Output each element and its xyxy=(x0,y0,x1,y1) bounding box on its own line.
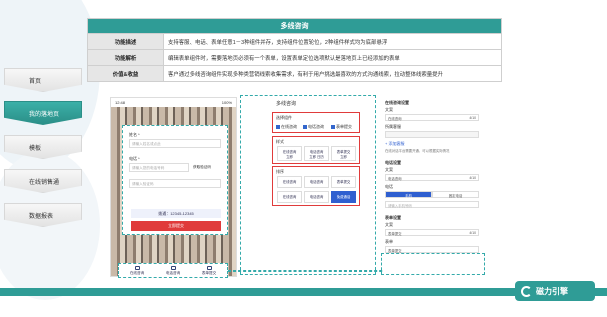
nav-label: 在线销售通 xyxy=(29,179,60,186)
bottom-chat[interactable]: 在线咨询 xyxy=(129,265,145,276)
brand-name: 磁力引擎 xyxy=(536,286,568,296)
phone-preview: 12:48 100% 姓名 * 请输入姓名或点此 电话 * 请输入您的电话号码 获… xyxy=(110,97,237,277)
phone-label: 电话 xyxy=(385,184,393,189)
row-value: 支持客服、电话、表单任意1－3种组件并存，支持组件位置轮位，2种组件样式均为底部… xyxy=(163,33,502,50)
config-panel: 多线咨询 选择组件 在线咨询 电话咨询 表单提交 样式 在线咨询 立即 电话咨询立… xyxy=(270,98,364,213)
agent-label: 所属客服 xyxy=(385,124,401,129)
clock: 12:48 xyxy=(115,100,126,105)
brand-logo: 磁力引擎 xyxy=(515,281,595,301)
checkbox-icon xyxy=(331,124,335,129)
char-count: 4/10 xyxy=(469,176,476,180)
row-key: 价值&收益 xyxy=(87,65,164,82)
sort-chat[interactable]: 在线咨询 xyxy=(277,176,302,188)
tab-mobile[interactable]: 手机 xyxy=(385,191,432,198)
sort-section: 排序 在线咨询 电话咨询 表单提交 在线咨询 电话咨询 免费通话 xyxy=(272,166,360,206)
settings-panel: 在线咨询设置 文案 在线咨询 4/10 所属客服 + 添加客服 在线对话平台需要开… xyxy=(383,98,483,273)
phone-copy-label: 文案 xyxy=(385,167,393,172)
sort-form[interactable]: 表单提交 xyxy=(331,176,356,188)
code-input[interactable]: 请输入验证码 xyxy=(129,179,221,188)
mobile-input[interactable]: 请输入手机号码 xyxy=(385,201,479,208)
select-section: 选择组件 在线咨询 电话咨询 表单提交 xyxy=(272,112,360,133)
check-phone[interactable]: 电话咨询 xyxy=(303,124,324,130)
style-chat[interactable]: 在线咨询 立即 xyxy=(277,146,302,161)
check-chat[interactable]: 在线咨询 xyxy=(276,124,297,130)
char-count: 4/10 xyxy=(469,116,476,120)
sort2-chat[interactable]: 在线咨询 xyxy=(277,191,302,203)
section-title: 排序 xyxy=(276,169,284,174)
section-title: 选择组件 xyxy=(276,115,292,120)
call-button[interactable]: 拨通：12345-12345 xyxy=(131,209,221,218)
style-section: 样式 在线咨询 立即 电话咨询 立即 日历 表单提交 立即 xyxy=(272,136,360,164)
phone-input[interactable]: 请输入您的电话号码 xyxy=(129,163,189,172)
chat-icon xyxy=(134,265,140,270)
lead-form: 姓名 * 请输入姓名或点此 电话 * 请输入您的电话号码 获取验证码 请输入验证… xyxy=(122,125,228,235)
chat-settings-title: 在线咨询设置 xyxy=(385,100,409,105)
bottom-phone[interactable]: 电话咨询 xyxy=(165,265,181,276)
chat-copy-label: 文案 xyxy=(385,107,393,112)
nav-label: 数据报表 xyxy=(29,213,54,220)
panel-title: 多线咨询 xyxy=(276,101,297,107)
form-select[interactable]: 表单提交 xyxy=(385,246,479,253)
style-form[interactable]: 表单提交 立即 xyxy=(331,146,356,161)
form-copy-input[interactable]: 表单提交 4/10 xyxy=(385,229,479,236)
submit-button[interactable]: 立即提交 xyxy=(131,221,221,231)
nav-label: 模板 xyxy=(29,145,42,152)
phone-settings-title: 电话设置 xyxy=(385,160,401,165)
row-value: 编辑表单组件时，需要落地页必须有一个表单，设置表单定位选项默认是落地页上已经添加… xyxy=(163,49,502,66)
checkbox-icon xyxy=(303,124,307,129)
form-settings-title: 表单设置 xyxy=(385,215,401,220)
bottom-form[interactable]: 表单提交 xyxy=(201,265,217,276)
form-label: 表单 xyxy=(385,239,393,244)
char-count: 4/10 xyxy=(469,231,476,235)
brand-icon xyxy=(521,285,532,297)
nav-label: 我的落地页 xyxy=(29,111,60,118)
bottom-label: 在线咨询 xyxy=(129,270,145,275)
sort2-call[interactable]: 免费通话 xyxy=(331,191,356,203)
row-key: 功能解析 xyxy=(87,49,164,66)
bottom-float-bar: 在线咨询 电话咨询 表单提交 xyxy=(118,263,228,278)
name-input[interactable]: 请输入姓名或点此 xyxy=(129,139,221,148)
check-form[interactable]: 表单提交 xyxy=(331,124,352,130)
agent-select[interactable] xyxy=(385,131,479,138)
form-icon xyxy=(206,265,212,270)
row-value: 客户通过多线咨询组件实现多种类营销线索收集需求，有利于用户挑选最喜欢的方式沟通线… xyxy=(163,65,502,82)
table-title: 多线咨询 xyxy=(87,18,502,34)
feature-table: 多线咨询 功能描述 支持客服、电话、表单任意1－3种组件并存，支持组件位置轮位，2… xyxy=(87,18,502,82)
agent-note: 在线对话平台需要开通，可以根据实际情况 xyxy=(385,149,450,153)
name-label: 姓名 * xyxy=(129,132,140,137)
phone-icon xyxy=(170,265,176,270)
nav-label: 首页 xyxy=(29,78,42,85)
sort2-phone[interactable]: 电话咨询 xyxy=(304,191,329,203)
chat-copy-input[interactable]: 在线咨询 4/10 xyxy=(385,114,479,121)
sort-phone[interactable]: 电话咨询 xyxy=(304,176,329,188)
battery: 100% xyxy=(221,100,232,105)
get-code-button[interactable]: 获取验证码 xyxy=(193,165,211,170)
section-title: 样式 xyxy=(276,139,284,144)
form-copy-label: 文案 xyxy=(385,222,393,227)
phone-copy-input[interactable]: 电话咨询 4/10 xyxy=(385,174,479,181)
row-key: 功能描述 xyxy=(87,33,164,50)
phone-label: 电话 * xyxy=(129,156,140,161)
form-highlight xyxy=(381,253,485,275)
bottom-label: 电话咨询 xyxy=(165,270,181,275)
tab-landline[interactable]: 固定电话 xyxy=(432,191,479,198)
bottom-label: 表单提交 xyxy=(201,270,217,275)
style-phone[interactable]: 电话咨询 立即 日历 xyxy=(304,146,329,161)
add-agent-link[interactable]: + 添加客服 xyxy=(385,141,404,147)
status-bar: 12:48 100% xyxy=(111,98,236,107)
checkbox-icon xyxy=(276,124,280,129)
